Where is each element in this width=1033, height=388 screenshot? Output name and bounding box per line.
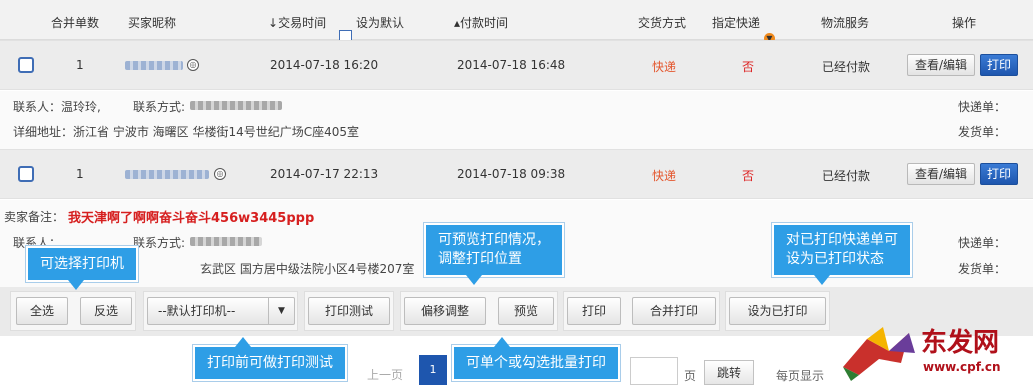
callout-choose-printer: 可选择打印机 xyxy=(26,246,138,290)
view-edit-button[interactable]: 查看/编辑 xyxy=(907,54,975,76)
delivery-method: 快递 xyxy=(652,169,677,183)
view-edit-button[interactable]: 查看/编辑 xyxy=(907,163,975,185)
pay-time: 2014-07-18 09:38 xyxy=(457,167,566,181)
prev-page-link[interactable]: 上一页 xyxy=(367,366,403,383)
contact-method-label: 联系方式: xyxy=(133,100,186,114)
invert-selection-button[interactable]: 反选 xyxy=(80,297,132,325)
jump-button[interactable]: 跳转 xyxy=(704,360,754,385)
merge-print-button[interactable]: 合并打印 xyxy=(632,297,716,325)
print-button[interactable]: 打印 xyxy=(980,54,1018,76)
address: 详细地址：浙江省 宁波市 海曙区 华楼街14号世纪广场C座405室 xyxy=(13,125,359,139)
designated-express: 否 xyxy=(742,60,755,74)
brand-name: 东发网 xyxy=(921,327,999,358)
chevron-down-icon[interactable]: ▼ xyxy=(268,298,294,324)
offset-adjust-button[interactable]: 偏移调整 xyxy=(404,297,486,325)
callout-set-printed: 对已打印快递单可 设为已打印状态 xyxy=(772,223,912,285)
printer-select-value: --默认打印机-- xyxy=(158,304,236,318)
contact-label: 联系人：温玲玲, xyxy=(13,100,101,114)
print-button[interactable]: 打印 xyxy=(980,163,1018,185)
col-merge-count: 合并单数 xyxy=(51,16,100,30)
order-checkbox[interactable] xyxy=(18,57,34,73)
preview-button[interactable]: 预览 xyxy=(498,297,554,325)
set-printed-button[interactable]: 设为已打印 xyxy=(729,297,826,325)
trade-time: 2014-07-17 22:13 xyxy=(270,167,379,181)
wangwang-icon[interactable]: ◎ xyxy=(214,168,226,180)
order-row: 1 ◎ 2014-07-18 16:20 2014-07-18 16:48 快递… xyxy=(0,40,1033,90)
seller-note-label: 卖家备注： xyxy=(4,210,65,224)
contact-method-label: 联系方式: xyxy=(133,236,186,250)
col-buyer-nick: 买家昵称 xyxy=(128,16,177,30)
phone-blurred xyxy=(190,237,262,246)
designated-express: 否 xyxy=(742,169,755,183)
ship-no-label: 发货单： xyxy=(958,262,1007,276)
current-page[interactable]: 1 xyxy=(419,355,447,385)
page-number-input[interactable] xyxy=(630,357,678,385)
express-no-label: 快递单： xyxy=(958,236,1007,250)
express-no-label: 快递单： xyxy=(958,100,1007,114)
print-button[interactable]: 打印 xyxy=(567,297,621,325)
sort-down-icon: ↓ xyxy=(268,16,279,30)
printer-select[interactable]: --默认打印机-- ▼ xyxy=(147,297,295,325)
brand-logo: 东发网 www.cpf.cn xyxy=(823,305,1033,385)
logistics-status: 已经付款 xyxy=(822,60,871,74)
merge-count: 1 xyxy=(76,58,84,72)
print-test-button[interactable]: 打印测试 xyxy=(308,297,390,325)
col-logistics: 物流服务 xyxy=(821,16,870,30)
order-checkbox[interactable] xyxy=(18,166,34,182)
callout-test-before: 打印前可做打印测试 xyxy=(193,337,347,381)
trade-time: 2014-07-18 16:20 xyxy=(270,58,379,72)
col-operation: 操作 xyxy=(952,16,977,30)
order-row: 1 ◎ 2014-07-17 22:13 2014-07-18 09:38 快递… xyxy=(0,149,1033,199)
buyer-nick-blurred xyxy=(125,170,209,179)
col-pay-time-sort[interactable]: ▴付款时间 xyxy=(454,14,508,31)
seller-note: 我天津啊了啊啊奋斗奋斗456w3445ppp xyxy=(68,211,315,226)
brand-logo-icon: 东发网 www.cpf.cn xyxy=(843,327,1001,381)
order-detail: 联系人：温玲玲, 联系方式: 详细地址：浙江省 宁波市 海曙区 华楼街14号世纪… xyxy=(0,91,1033,149)
set-default-toggle[interactable]: 设为默认 xyxy=(335,14,404,43)
callout-preview-adjust: 可预览打印情况， 调整打印位置 xyxy=(424,223,564,285)
buyer-nick-blurred xyxy=(125,61,183,70)
merge-count: 1 xyxy=(76,167,84,181)
address-tail: 玄武区 国方居中级法院小区4号楼207室 xyxy=(200,262,415,276)
ship-no-label: 发货单： xyxy=(958,125,1007,139)
delivery-method: 快递 xyxy=(652,60,677,74)
col-designated-express: 指定快递 ▾ xyxy=(712,14,775,44)
table-header: 合并单数 买家昵称 ↓交易时间 设为默认 ▴付款时间 交货方式 指定快递 ▾ 物… xyxy=(0,0,1033,44)
select-all-button[interactable]: 全选 xyxy=(16,297,68,325)
callout-batch-print: 可单个或勾选批量打印 xyxy=(452,337,620,381)
page-unit: 页 xyxy=(684,369,697,383)
pay-time: 2014-07-18 16:48 xyxy=(457,58,566,72)
phone-blurred xyxy=(190,101,282,110)
col-trade-time-sort[interactable]: ↓交易时间 xyxy=(268,14,326,31)
col-delivery-method: 交货方式 xyxy=(638,16,687,30)
logistics-status: 已经付款 xyxy=(822,169,871,183)
brand-url: www.cpf.cn xyxy=(923,360,1001,374)
wangwang-icon[interactable]: ◎ xyxy=(187,59,199,71)
per-page-label: 每页显示 xyxy=(776,369,825,383)
